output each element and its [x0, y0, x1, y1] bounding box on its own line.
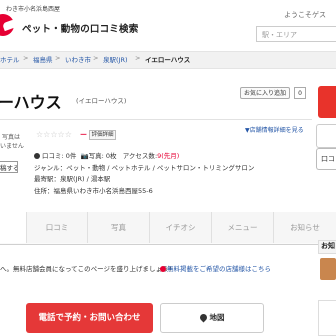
- side-action-button[interactable]: [316, 124, 336, 148]
- breadcrumb-item-city[interactable]: いわき市: [65, 54, 91, 64]
- free-listing-link-text[interactable]: 無料掲載をご希望の店舗様はこちら: [167, 265, 271, 273]
- address-label: 住所: [34, 187, 47, 195]
- map-button-label[interactable]: 地図: [210, 313, 225, 322]
- map-pin-icon: [198, 312, 208, 323]
- genre-label: ジャンル: [34, 164, 60, 172]
- call-reserve-button[interactable]: 電話で予約・お問い合わせ: [26, 303, 153, 333]
- breadcrumb-separator: >: [23, 54, 29, 62]
- side-thumbnail[interactable]: [320, 258, 336, 280]
- no-photo-note: 写真は いません: [0, 133, 24, 151]
- breadcrumb-current: イエローハウス: [145, 56, 191, 64]
- shop-detail-link[interactable]: ▼店舗情報詳細を見る: [245, 125, 304, 134]
- access-value: 9(先月): [157, 152, 180, 160]
- favorite-count: 0: [294, 87, 306, 99]
- post-photo-button[interactable]: 稿する: [0, 161, 18, 173]
- station-area-search-input[interactable]: 駅・エリア: [256, 26, 336, 42]
- shop-title-kana: (イエローハウス): [76, 97, 127, 105]
- member-notice: へ。無料店舗会員になってこのページを盛り上げましょう！: [0, 265, 176, 273]
- tab-news[interactable]: お知らせ: [273, 212, 336, 243]
- add-favorite-button[interactable]: お気に入り追加: [240, 87, 290, 99]
- tab-photos[interactable]: 写真: [87, 212, 149, 243]
- shop-title: ーハウス: [0, 93, 62, 112]
- station-value: 泉駅(JR) / 湯本駅: [60, 175, 111, 183]
- review-icon: [34, 153, 40, 159]
- breadcrumb-separator: >: [55, 54, 61, 62]
- camera-icon: 📷: [80, 152, 89, 160]
- rating-stars-icon: ☆☆☆☆☆: [36, 130, 72, 139]
- red-action-tab[interactable]: [318, 86, 336, 118]
- site-title[interactable]: ペット・動物の口コミ検索: [22, 21, 138, 35]
- station-label: 最寄駅: [34, 175, 54, 183]
- photos-count[interactable]: 0枚: [106, 152, 117, 160]
- map-button[interactable]: 地図: [160, 303, 264, 333]
- breadcrumb-item-station[interactable]: 泉駅(JR): [103, 54, 128, 64]
- reviews-label: 口コミ: [42, 152, 62, 160]
- breadcrumb-separator: >: [135, 54, 141, 62]
- rating-value: ー: [80, 131, 87, 139]
- divider: [0, 119, 312, 120]
- tab-recommend[interactable]: イチオシ: [149, 212, 211, 243]
- station-line: 最寄駅：泉駅(JR) / 湯本駅: [34, 175, 111, 183]
- tab-menu[interactable]: メニュー: [211, 212, 273, 243]
- photo-note-line: 写真は: [2, 134, 21, 141]
- address-value: 福島県いわき市小名浜島西屋55-6: [53, 187, 153, 195]
- photos-label: 写真: [88, 152, 102, 160]
- access-label: アクセス数: [122, 152, 155, 160]
- tab-reviews[interactable]: 口コミ: [26, 212, 87, 243]
- breadcrumb-item-prefecture[interactable]: 福島県: [33, 54, 53, 64]
- side-news-label: お知: [318, 240, 336, 254]
- welcome-text: ようこそゲス: [284, 11, 326, 19]
- genre-line: ジャンル：ペット・動物 / ペットホテル / ペットサロン・トリミングサロン: [34, 164, 255, 172]
- arrow-circle-icon: [160, 266, 166, 272]
- side-review-button[interactable]: 口コ: [316, 148, 336, 170]
- tab-top[interactable]: [0, 212, 26, 243]
- genre-value: ペット・動物 / ペットホテル / ペットサロン・トリミングサロン: [66, 164, 255, 172]
- reviews-count[interactable]: 0件: [66, 152, 77, 160]
- location-line: わき市小名浜島西屋: [6, 6, 61, 13]
- free-listing-link[interactable]: 無料掲載をご希望の店舗様はこちら: [160, 263, 271, 273]
- breadcrumb-item-hotel[interactable]: ホテル: [0, 54, 20, 64]
- photo-note-line: いません: [0, 143, 24, 150]
- side-box: [318, 300, 336, 336]
- address-line: 住所：福島県いわき市小名浜島西屋55-6: [34, 187, 153, 195]
- tab-underline: [0, 244, 336, 245]
- breadcrumb-separator: >: [93, 54, 99, 62]
- stats-line: 口コミ: 0件 📷写真: 0枚 アクセス数:9(先月): [34, 150, 179, 160]
- rating-detail-button[interactable]: 評価詳細: [89, 130, 116, 140]
